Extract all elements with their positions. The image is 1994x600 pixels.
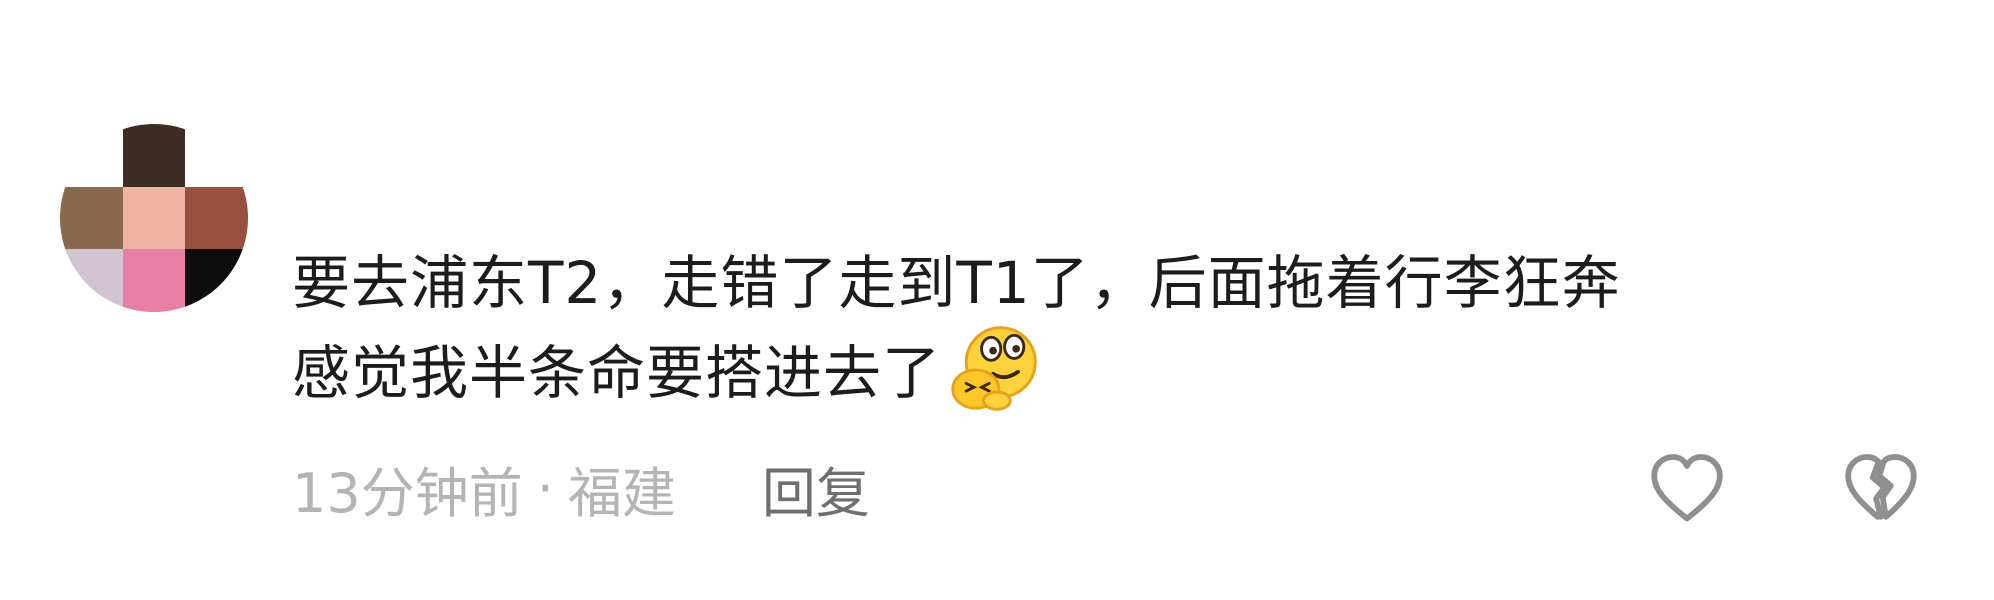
shy-smile-emoji-icon [947, 320, 1043, 416]
like-button[interactable] [1646, 448, 1728, 530]
heart-icon [1651, 454, 1723, 522]
reply-button[interactable]: 回复 [762, 449, 870, 528]
avatar-pixel [122, 186, 186, 250]
broken-heart-icon [1845, 454, 1917, 520]
comment-text-line: 感觉我半条命要搭进去了 [292, 326, 1932, 418]
avatar-pixel [60, 124, 123, 187]
avatar-pixel [60, 249, 123, 312]
comment-meta: 13分钟前 · 福建 回复 [292, 452, 870, 525]
comment-body: 要去浦东T2，走错了走到T1了，后面拖着行李狂奔 感觉我半条命要搭进去了 [292, 238, 1932, 418]
avatar-pixel [185, 186, 248, 250]
avatar-pixel [122, 249, 186, 312]
dislike-button[interactable] [1840, 448, 1922, 530]
avatar-pixel [122, 124, 186, 187]
meta-separator: · [536, 456, 554, 520]
comment-location: 福建 [567, 461, 676, 525]
comment-text-line: 要去浦东T2，走错了走到T1了，后面拖着行李狂奔 [292, 249, 1621, 317]
avatar-pixel [60, 186, 123, 250]
comment-text-line-content: 感觉我半条命要搭进去了 [292, 339, 942, 407]
avatar-pixel [185, 249, 248, 312]
avatar[interactable] [60, 124, 248, 312]
avatar-pixel [185, 124, 248, 187]
comment-time: 13分钟前 [292, 461, 523, 525]
comment-item: 要去浦东T2，走错了走到T1了，后面拖着行李狂奔 感觉我半条命要搭进去了 13分… [0, 0, 1994, 600]
